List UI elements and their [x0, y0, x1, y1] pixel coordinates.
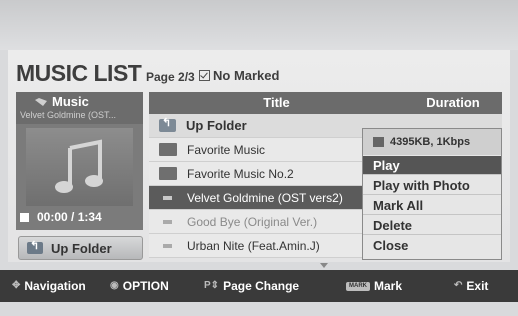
option-dot-icon: ◉ [110, 280, 119, 291]
footer-exit-label: Exit [466, 279, 489, 293]
file-info: 4395KB, 1Kbps [363, 129, 501, 155]
exit-icon: ↶ [454, 280, 463, 291]
music-folder-icon [35, 97, 47, 106]
footer-mark-label: Mark [374, 279, 403, 293]
list-item-label: Favorite Music No.2 [187, 166, 294, 181]
up-folder-icon [27, 239, 43, 254]
list-item-label: Urban Nite (Feat.Amin.J) [187, 238, 320, 253]
scroll-down-icon[interactable] [320, 263, 328, 268]
list-item-label: Velvet Goldmine (OST vers2) [187, 190, 343, 205]
footer-mark[interactable]: MARK Mark [346, 270, 402, 302]
checkbox-icon [199, 70, 210, 81]
now-playing-title: Velvet Goldmine (OST... [20, 110, 117, 120]
page-title: MUSIC LIST [16, 60, 142, 86]
page-key-icon: P⇕ [204, 280, 220, 291]
footer-option-label: OPTION [122, 279, 169, 293]
footer-page-change[interactable]: P⇕ Page Change [204, 270, 299, 302]
music-file-icon [163, 219, 172, 224]
top-band [0, 0, 518, 50]
music-label-text: Music [52, 94, 89, 109]
up-folder-icon [159, 116, 176, 132]
list-item-label: Up Folder [186, 118, 247, 133]
footer-navigation[interactable]: ✥ Navigation [12, 270, 86, 302]
option-popup-menu: 4395KB, 1Kbps Play Play with Photo Mark … [362, 128, 502, 260]
up-folder-button-label: Up Folder [51, 240, 112, 256]
marked-status: No Marked [199, 68, 279, 83]
menu-item-play[interactable]: Play [363, 156, 501, 175]
stop-icon [20, 212, 29, 222]
column-duration: Duration [426, 95, 480, 110]
music-note-icon [55, 139, 103, 193]
time-label: 00:00 / 1:34 [37, 210, 102, 224]
menu-item-mark-all[interactable]: Mark All [363, 196, 501, 215]
marked-label: No Marked [213, 68, 280, 83]
menu-item-play-with-photo[interactable]: Play with Photo [363, 176, 501, 195]
menu-item-close[interactable]: Close [363, 236, 501, 255]
footer-exit[interactable]: ↶ Exit [454, 270, 488, 302]
page-indicator: Page 2/3 [146, 70, 195, 84]
album-art [26, 128, 133, 206]
playback-time: 00:00 / 1:34 [20, 210, 102, 224]
bottom-band [0, 302, 518, 316]
navigation-icon: ✥ [12, 280, 21, 291]
footer-option[interactable]: ◉ OPTION [110, 270, 169, 302]
file-info-text: 4395KB, 1Kbps [390, 136, 471, 148]
up-folder-button[interactable]: Up Folder [18, 236, 143, 260]
mark-key-icon: MARK [346, 281, 370, 291]
menu-item-delete[interactable]: Delete [363, 216, 501, 235]
music-file-icon [163, 195, 172, 200]
music-label: Music [34, 94, 89, 109]
music-file-icon [163, 243, 172, 248]
list-item-label: Good Bye (Original Ver.) [187, 214, 318, 229]
list-item-label: Favorite Music [187, 142, 266, 157]
info-icon [373, 137, 384, 147]
column-title: Title [263, 95, 290, 110]
footer-navigation-label: Navigation [24, 279, 86, 293]
folder-icon [159, 143, 177, 156]
footer-page-change-label: Page Change [223, 279, 300, 293]
folder-icon [159, 167, 177, 180]
